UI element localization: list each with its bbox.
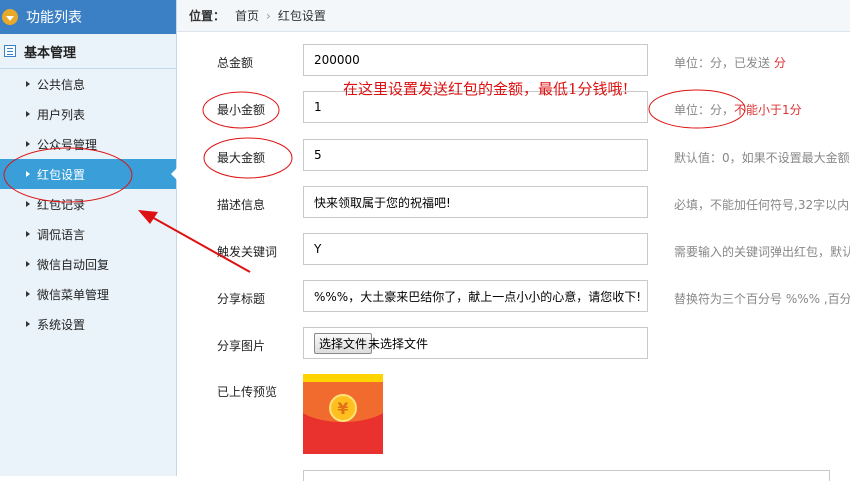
sidebar-item-user-list[interactable]: 用户列表 <box>0 99 176 129</box>
form-row-max: 最大金额 5 默认值：0，如果不设置最大金额 <box>177 139 850 173</box>
keyword-input[interactable]: Y <box>303 233 648 265</box>
sidebar-item-redpacket-records[interactable]: 红包记录 <box>0 189 176 219</box>
min-amount-hint: 单位：分，不能小于1分 <box>674 101 802 118</box>
max-amount-input[interactable]: 5 <box>303 139 648 171</box>
form-row-preview: 已上传预览 <box>177 373 850 407</box>
min-amount-label: 最小金额 <box>217 103 266 117</box>
preview-label: 已上传预览 <box>217 385 278 399</box>
yen-coin-icon: ¥ <box>329 394 357 422</box>
sidebar-header[interactable]: 功能列表 <box>0 0 176 34</box>
red-envelope-preview-image: ¥ <box>303 374 383 454</box>
collapse-icon[interactable] <box>2 9 18 25</box>
file-status: 未选择文件 <box>368 336 429 351</box>
annotation-text: 在这里设置发送红包的金额，最低1分钱哦! <box>343 80 629 98</box>
breadcrumb-home-link[interactable]: 首页 <box>235 7 259 24</box>
sidebar-item-label: 微信自动回复 <box>37 257 110 272</box>
share-title-input[interactable]: %%%，大土豪来巴结你了，献上一点小小的心意，请您收下! <box>303 280 648 312</box>
caret-right-icon <box>26 231 30 237</box>
total-amount-label: 总金额 <box>217 56 254 70</box>
sidebar: 功能列表 基本管理 公共信息 用户列表 公众号管理 红包设置 红包记录 调侃语言… <box>0 0 177 476</box>
description-hint: 必填，不能加任何符号,32字以内 <box>674 198 850 212</box>
breadcrumb: 位置： 首页 › 红包设置 <box>177 0 850 32</box>
sidebar-item-system-settings[interactable]: 系统设置 <box>0 309 176 339</box>
sidebar-item-menu-manage[interactable]: 微信菜单管理 <box>0 279 176 309</box>
caret-right-icon <box>26 141 30 147</box>
sidebar-item-auto-reply[interactable]: 微信自动回复 <box>0 249 176 279</box>
total-amount-hint: 单位：分，已发送 分 <box>674 54 786 71</box>
chevron-right-icon: › <box>266 8 271 23</box>
total-amount-input[interactable]: 200000 <box>303 44 648 76</box>
share-title-hint: 替换符为三个百分号 %%% ,百分 <box>674 292 850 306</box>
sidebar-item-label: 调侃语言 <box>37 227 86 242</box>
caret-right-icon <box>26 321 30 327</box>
share-image-file-input[interactable]: 选择文件 未选择文件 <box>303 327 648 359</box>
sidebar-item-label: 公众号管理 <box>37 137 98 152</box>
caret-right-icon <box>26 171 30 177</box>
sidebar-item-tease-language[interactable]: 调侃语言 <box>0 219 176 249</box>
caret-right-icon <box>26 201 30 207</box>
description-input[interactable]: 快来领取属于您的祝福吧! <box>303 186 648 218</box>
sidebar-item-account-manage[interactable]: 公众号管理 <box>0 129 176 159</box>
sidebar-item-label: 公共信息 <box>37 77 86 92</box>
sidebar-item-label: 微信菜单管理 <box>37 287 110 302</box>
form-row-keyword: 触发关键词 Y 需要输入的关键词弹出红包，默认 <box>177 233 850 267</box>
sidebar-item-label: 系统设置 <box>37 317 86 332</box>
share-title-label: 分享标题 <box>217 292 266 306</box>
max-amount-hint: 默认值：0，如果不设置最大金额 <box>674 151 850 165</box>
hint-red-text: 分 <box>773 56 786 70</box>
keyword-hint: 需要输入的关键词弹出红包，默认 <box>674 245 850 259</box>
hint-text: 单位：分，已发送 <box>674 56 771 70</box>
sidebar-item-label: 用户列表 <box>37 107 86 122</box>
keyword-label: 触发关键词 <box>217 245 278 259</box>
caret-right-icon <box>26 291 30 297</box>
choose-file-button[interactable]: 选择文件 <box>314 332 373 354</box>
form-row-share-title: 分享标题 %%%，大土豪来巴结你了，献上一点小小的心意，请您收下! 替换符为三个… <box>177 280 850 314</box>
list-icon <box>4 45 16 57</box>
caret-right-icon <box>26 111 30 117</box>
caret-right-icon <box>26 261 30 267</box>
sidebar-item-label: 红包设置 <box>37 167 86 182</box>
breadcrumb-current: 红包设置 <box>277 9 326 23</box>
sidebar-item-label: 红包记录 <box>37 197 86 212</box>
hint-text: 单位：分， <box>674 103 735 117</box>
max-amount-label: 最大金额 <box>217 151 266 165</box>
share-image-label: 分享图片 <box>217 339 266 353</box>
sidebar-header-title: 功能列表 <box>26 10 82 26</box>
caret-right-icon <box>26 81 30 87</box>
sidebar-section[interactable]: 基本管理 <box>0 34 176 69</box>
breadcrumb-label: 位置： <box>189 9 226 23</box>
sidebar-section-title: 基本管理 <box>24 45 77 61</box>
hint-red-text: 不能小于1分 <box>734 103 802 117</box>
sidebar-item-public-info[interactable]: 公共信息 <box>0 69 176 99</box>
description-label: 描述信息 <box>217 198 266 212</box>
form-row-desc: 描述信息 快来领取属于您的祝福吧! 必填，不能加任何符号,32字以内 <box>177 186 850 220</box>
form-row-total: 总金额 200000 单位：分，已发送 分 <box>177 44 850 78</box>
form-row-share-image: 分享图片 选择文件 未选择文件 <box>177 327 850 361</box>
sidebar-item-redpacket-settings[interactable]: 红包设置 <box>0 159 177 189</box>
